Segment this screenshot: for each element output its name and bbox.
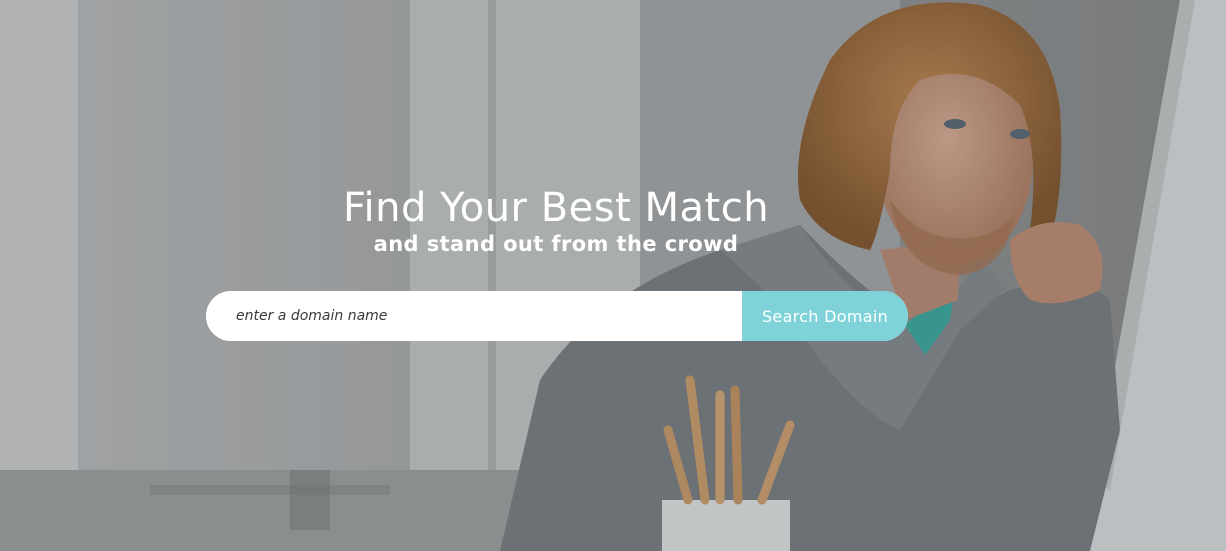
hero-section: Find Your Best Match and stand out from … — [0, 0, 1226, 551]
search-domain-button[interactable]: Search Domain — [742, 291, 908, 341]
domain-search-form: Search Domain — [206, 291, 908, 341]
hero-subtitle: and stand out from the crowd — [373, 232, 739, 256]
hero-title: Find Your Best Match — [342, 185, 770, 231]
dark-overlay — [0, 0, 1226, 551]
domain-search-input[interactable] — [206, 291, 742, 341]
